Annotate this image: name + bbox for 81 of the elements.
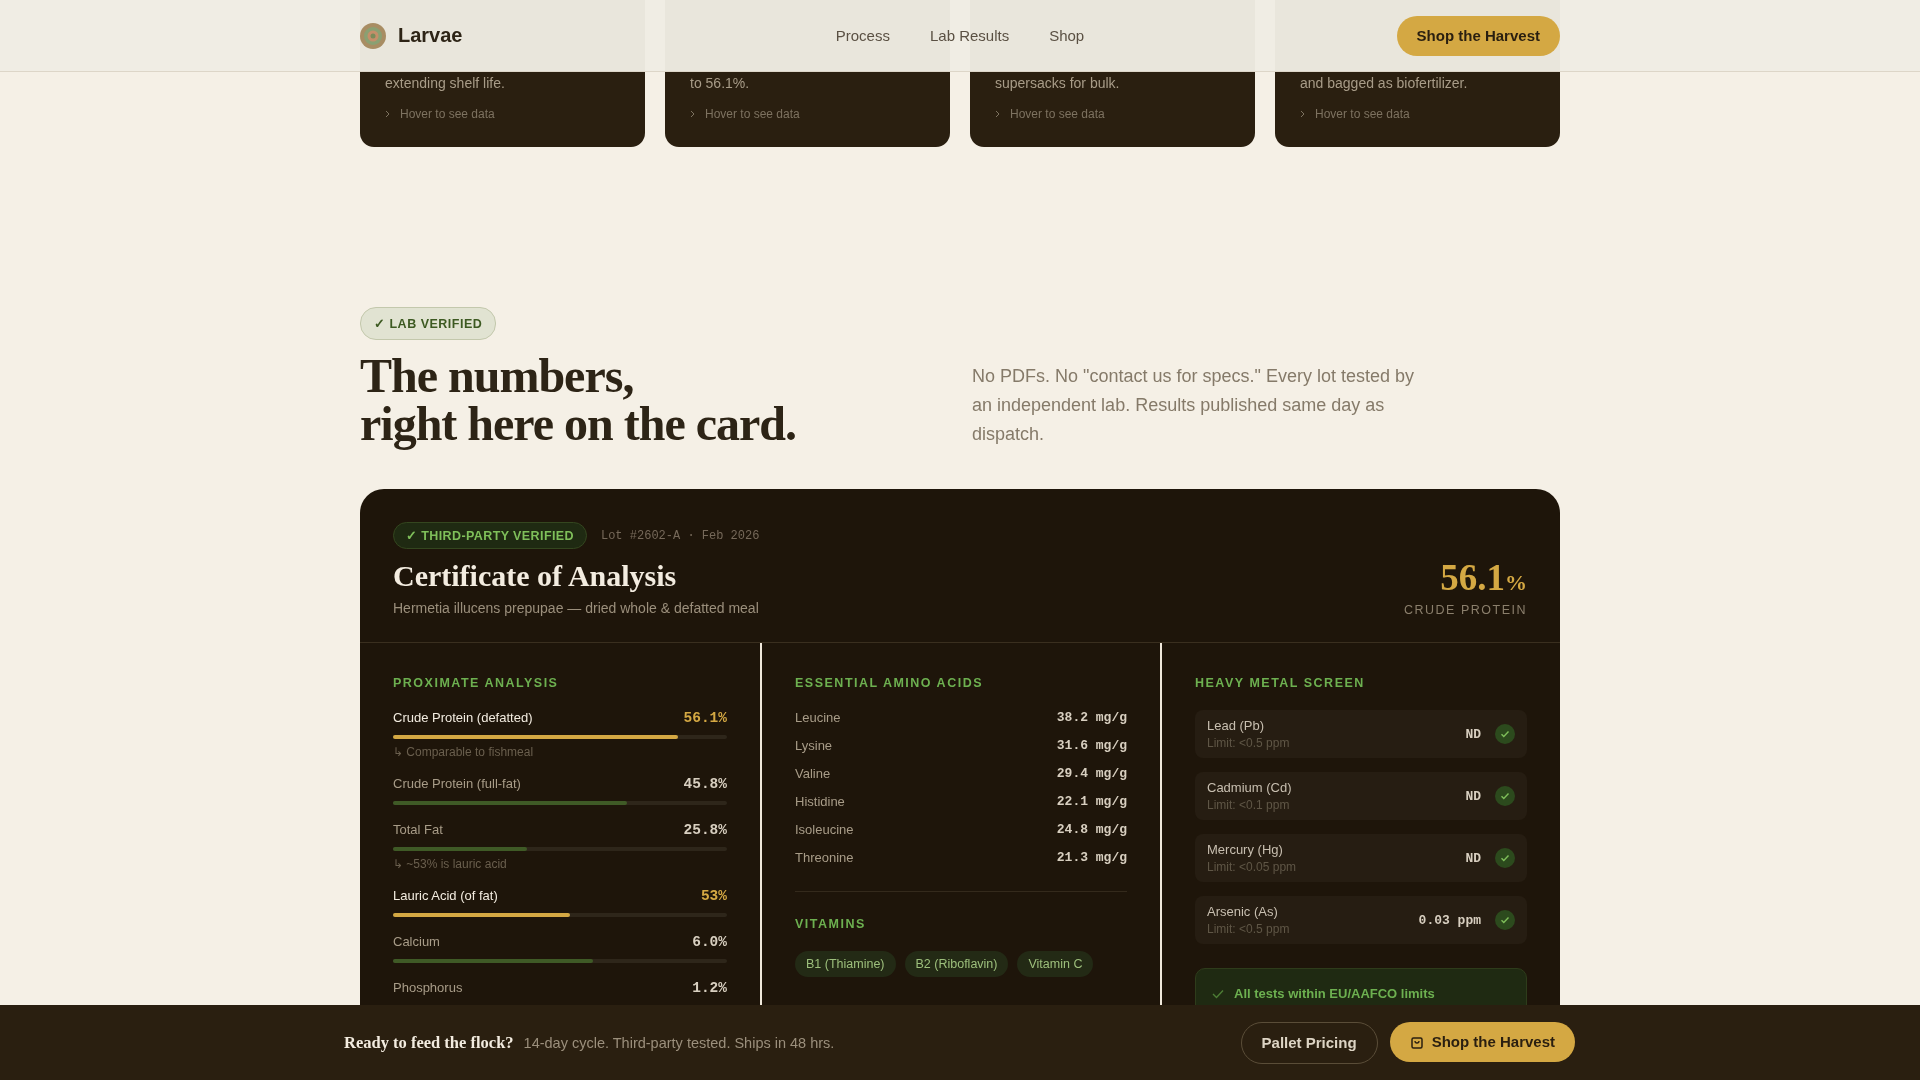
amino-value: 38.2 mg/g <box>1056 709 1127 725</box>
metal-result: 0.03 ppm <box>1418 912 1481 928</box>
amino-label: Lysine <box>795 737 833 753</box>
chevron-icon <box>385 110 391 118</box>
vitamin-tag: B2 (Riboflavin) <box>904 951 1009 977</box>
column-title: HEAVY METAL SCREEN <box>1195 676 1366 690</box>
chevron-icon <box>1300 110 1306 118</box>
summary-text: All tests within EU/AAFCO limits <box>1234 986 1435 1001</box>
metal-limit: Limit: <0.1 ppm <box>1207 798 1291 812</box>
column-title: VITAMINS <box>795 917 867 931</box>
column-title: PROXIMATE ANALYSIS <box>393 676 560 690</box>
check-icon <box>1212 989 1224 999</box>
nav-link[interactable]: Shop <box>1049 27 1085 44</box>
check-icon <box>1495 848 1515 868</box>
metal-result: ND <box>1465 850 1481 866</box>
amino-value: 31.6 mg/g <box>1056 737 1127 753</box>
amino-label: Threonine <box>795 849 854 865</box>
nutrient-note: ↳ Comparable to fishmeal <box>393 745 535 759</box>
nutrient-value: 53% <box>700 888 727 904</box>
amino-value: 21.3 mg/g <box>1056 849 1127 865</box>
amino-value: 22.1 mg/g <box>1056 793 1127 809</box>
cta-title: Ready to feed the flock? <box>344 1032 514 1053</box>
vitamin-tag: Vitamin C <box>1017 951 1094 977</box>
metal-name: Lead (Pb) <box>1207 718 1266 733</box>
vitamin-tag: B1 (Thiamine) <box>795 951 896 977</box>
metal-limit: Limit: <0.5 ppm <box>1207 922 1290 936</box>
nutrient-value: 6.0% <box>692 934 727 950</box>
hover-link[interactable]: Hover to see data <box>690 107 925 121</box>
check-icon <box>1495 786 1515 806</box>
chevron-icon <box>995 110 1001 118</box>
check-icon <box>1495 724 1515 744</box>
brand-name: Larvae <box>398 24 463 47</box>
logo-icon <box>360 22 386 49</box>
nutrient-value: 25.8% <box>683 822 727 838</box>
nutrient-label: Crude Protein (full-fat) <box>393 776 521 791</box>
nutrient-label: Phosphorus <box>393 980 463 995</box>
intro-paragraph: No PDFs. No "contact us for specs." Every lot tested by an independent lab. Results published same day as dispatch. <box>972 365 1415 446</box>
protein-value: 56.1% <box>1440 556 1527 599</box>
column-title: ESSENTIAL AMINO ACIDS <box>795 676 984 690</box>
amino-value: 24.8 mg/g <box>1056 821 1127 837</box>
card-text: and bagged as biofertilizer. <box>1300 75 1469 91</box>
amino-label: Leucine <box>795 709 841 725</box>
nutrient-note: ↳ ~53% is lauric acid <box>393 857 508 871</box>
shop-button[interactable]: Shop the Harvest <box>1389 1021 1575 1062</box>
protein-label: CRUDE PROTEIN <box>1404 603 1527 617</box>
section-heading: The numbers, right here on the card. <box>360 352 798 449</box>
amino-label: Valine <box>795 765 831 781</box>
hover-link[interactable]: Hover to see data <box>995 107 1230 121</box>
shop-button[interactable]: Shop the Harvest <box>1396 15 1560 56</box>
nutrient-label: Calcium <box>393 934 440 949</box>
lot-number: Lot #2602-A · Feb 2026 <box>600 528 760 543</box>
nutrient-value: 45.8% <box>683 776 727 792</box>
metal-name: Mercury (Hg) <box>1207 842 1284 857</box>
check-icon <box>1495 910 1515 930</box>
hover-link[interactable]: Hover to see data <box>1300 107 1535 121</box>
card-text: to 56.1%. <box>690 75 751 91</box>
nutrient-value: 1.2% <box>692 980 727 996</box>
certificate-subtitle: Hermetia illucens prepupae — dried whole & defatted meal <box>393 600 759 616</box>
certificate-title: Certificate of Analysis <box>393 559 678 593</box>
hover-link[interactable]: Hover to see data <box>385 107 620 121</box>
nutrient-value: 56.1% <box>683 710 727 726</box>
metal-name: Cadmium (Cd) <box>1207 780 1292 795</box>
chevron-icon <box>690 110 696 118</box>
nutrient-label: Lauric Acid (of fat) <box>393 888 498 903</box>
card-text: extending shelf life. <box>385 75 506 91</box>
verified-badge: ✓ THIRD-PARTY VERIFIED <box>393 522 587 549</box>
amino-value: 29.4 mg/g <box>1056 765 1127 781</box>
nav-link[interactable]: Process <box>835 27 890 44</box>
metal-result: ND <box>1465 788 1481 804</box>
metal-name: Arsenic (As) <box>1207 904 1279 919</box>
cta-text: 14-day cycle. Third-party tested. Ships in 48 hrs. <box>523 1034 835 1051</box>
nutrient-label: Total Fat <box>393 822 443 837</box>
nutrient-label: Crude Protein (defatted) <box>393 710 533 725</box>
metal-result: ND <box>1465 726 1481 742</box>
amino-label: Histidine <box>795 793 845 809</box>
nav-link[interactable]: Lab Results <box>929 27 1010 44</box>
metal-limit: Limit: <0.5 ppm <box>1207 736 1290 750</box>
amino-label: Isoleucine <box>795 821 854 837</box>
bag-icon <box>1409 1034 1424 1049</box>
lab-verified-badge: ✓ LAB VERIFIED <box>360 307 497 340</box>
card-text: supersacks for bulk. <box>995 75 1121 91</box>
